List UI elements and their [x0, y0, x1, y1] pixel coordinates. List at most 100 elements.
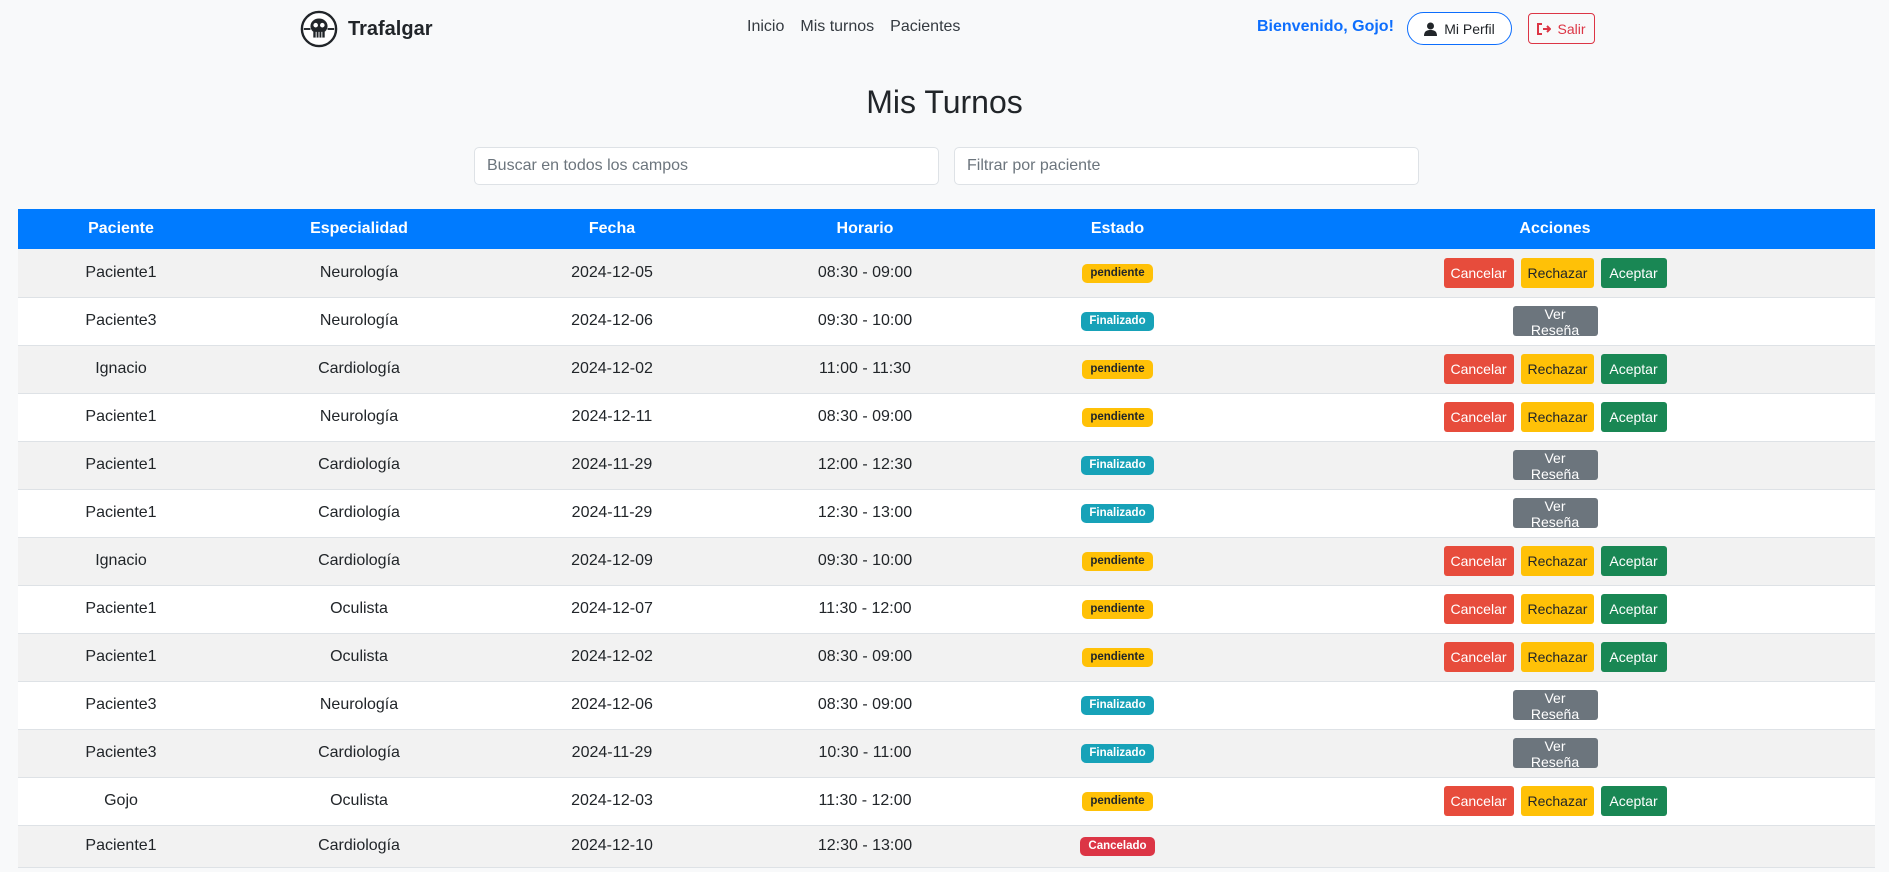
cancel-button[interactable]: Cancelar [1443, 354, 1514, 384]
cell-horario: 08:30 - 09:00 [817, 263, 913, 281]
cell-horario: 11:30 - 12:00 [818, 792, 912, 809]
cell-estado: pendiente [1000, 249, 1235, 297]
accept-button[interactable]: Aceptar [1600, 402, 1667, 432]
cell-horario: 12:30 - 13:00 [817, 504, 913, 521]
welcome-message: Bienvenido, Gojo! [1257, 18, 1394, 35]
nav-link-mis-turnos[interactable]: Mis turnos [800, 18, 874, 36]
table-row: Paciente1 Cardiología 2024-12-10 12:30 - 13… [18, 825, 1875, 867]
status-badge: pendiente [1082, 792, 1153, 811]
cell-especialidad: Oculista [330, 792, 388, 809]
header-estado: Estado [1090, 220, 1145, 237]
cell-acciones: Cancelar Rechazar Aceptar [1235, 393, 1875, 441]
cell-paciente: Paciente1 [85, 504, 157, 521]
nav-link-inicio[interactable]: Inicio [747, 18, 784, 36]
cell-horario: 08:30 - 09:00 [817, 408, 913, 425]
cell-fecha: 2024-12-02 [571, 360, 653, 377]
cell-especialidad: Neurología [319, 312, 399, 329]
cancel-button[interactable]: Cancelar [1443, 642, 1514, 672]
brand-name: Trafalgar [348, 17, 433, 40]
cell-horario: 12:00 - 12:30 [817, 456, 913, 473]
status-badge: Finalizado [1081, 744, 1154, 763]
table-row: Paciente1 Oculista 2024-12-07 11:30 - 12:00… [18, 585, 1875, 633]
cell-estado: pendiente [1000, 777, 1235, 825]
reject-button[interactable]: Rechazar [1520, 257, 1594, 288]
nav-link-pacientes[interactable]: Pacientes [890, 18, 960, 36]
reject-button[interactable]: Rechazar [1520, 354, 1594, 384]
cell-horario: 11:00 - 11:30 [819, 360, 911, 377]
cancel-button[interactable]: Cancelar [1443, 402, 1514, 432]
cell-acciones: Cancelar Rechazar Aceptar [1235, 249, 1875, 297]
cancel-button[interactable]: Cancelar [1443, 257, 1514, 288]
table-row: Paciente1 Cardiología 2024-11-29 12:30 - 13… [18, 489, 1875, 537]
cell-paciente: Paciente1 [85, 408, 157, 425]
logout-button-label: Salir [1557, 20, 1586, 37]
cell-horario: 12:30 - 13:00 [817, 837, 913, 854]
cell-paciente: Paciente3 [85, 696, 157, 713]
view-review-button[interactable]: Ver Reseña [1512, 450, 1598, 482]
accept-button[interactable]: Aceptar [1600, 594, 1667, 624]
table-row: Paciente3 Neurología 2024-12-06 08:30 - 09:… [18, 681, 1875, 729]
cancel-button[interactable]: Cancelar [1443, 594, 1514, 624]
table-row: Paciente1 Neurología 2024-12-05 08:30 - 09:… [18, 249, 1875, 297]
row-actions: Cancelar Rechazar Aceptar [1235, 402, 1875, 432]
table-row: Paciente1 Oculista 2024-12-02 08:30 - 09:00… [18, 633, 1875, 681]
cell-horario: 09:30 - 10:00 [817, 312, 913, 329]
search-all-input[interactable] [474, 147, 939, 185]
cell-fecha: 2024-12-06 [571, 696, 653, 713]
cell-especialidad: Cardiología [318, 744, 400, 761]
reject-button[interactable]: Rechazar [1520, 786, 1594, 816]
reject-button[interactable]: Rechazar [1520, 642, 1594, 672]
logout-button[interactable]: Salir [1528, 13, 1595, 44]
cell-fecha: 2024-12-09 [571, 552, 653, 569]
accept-button[interactable]: Aceptar [1600, 786, 1667, 816]
view-review-button[interactable]: Ver Reseña [1512, 498, 1598, 530]
cell-acciones: Cancelar Rechazar Aceptar [1235, 633, 1875, 681]
view-review-button[interactable]: Ver Reseña [1512, 738, 1598, 770]
cancel-button[interactable]: Cancelar [1443, 786, 1514, 816]
table-row: Paciente3 Cardiología 2024-11-29 10:30 - 11… [18, 729, 1875, 777]
profile-button[interactable]: Mi Perfil [1407, 12, 1512, 45]
cell-estado: pendiente [1000, 633, 1235, 681]
cell-paciente: Paciente1 [85, 648, 157, 665]
cell-fecha: 2024-12-07 [571, 600, 653, 617]
cell-acciones [1235, 825, 1875, 867]
cell-paciente: Ignacio [95, 552, 147, 569]
table-row: Ignacio Cardiología 2024-12-09 09:30 - 10:0… [18, 537, 1875, 585]
cell-fecha: 2024-12-02 [571, 648, 653, 665]
reject-button[interactable]: Rechazar [1520, 594, 1594, 624]
cell-acciones: Cancelar Rechazar Aceptar [1235, 585, 1875, 633]
accept-button[interactable]: Aceptar [1600, 354, 1667, 384]
view-review-button[interactable]: Ver Reseña [1512, 690, 1598, 722]
row-actions: Cancelar Rechazar Aceptar [1235, 354, 1875, 384]
appointments-table: Paciente Especialidad Fecha Horario Esta… [18, 209, 1875, 868]
cell-acciones: Ver Reseña [1235, 297, 1875, 345]
cell-estado: Finalizado [1000, 489, 1235, 537]
cell-paciente: Paciente1 [85, 600, 157, 617]
cell-fecha: 2024-11-29 [571, 456, 653, 473]
cell-estado: Finalizado [1000, 729, 1235, 777]
cell-acciones: Cancelar Rechazar Aceptar [1235, 345, 1875, 393]
cell-paciente: Ignacio [95, 360, 147, 377]
cell-fecha: 2024-11-29 [571, 504, 653, 521]
reject-button[interactable]: Rechazar [1520, 546, 1594, 576]
patient-filter-input[interactable] [954, 147, 1419, 185]
row-actions: Cancelar Rechazar Aceptar [1235, 257, 1875, 288]
accept-button[interactable]: Aceptar [1600, 546, 1667, 576]
cell-fecha: 2024-12-11 [571, 408, 653, 425]
view-review-button[interactable]: Ver Reseña [1512, 306, 1598, 338]
reject-button[interactable]: Rechazar [1520, 402, 1594, 432]
row-actions: Ver Reseña [1235, 738, 1875, 770]
status-badge: Finalizado [1081, 312, 1154, 331]
accept-button[interactable]: Aceptar [1600, 642, 1667, 672]
cell-especialidad: Cardiología [318, 360, 400, 377]
accept-button[interactable]: Aceptar [1600, 257, 1667, 288]
brand[interactable]: Trafalgar [300, 10, 432, 48]
status-badge: pendiente [1082, 552, 1153, 571]
cancel-button[interactable]: Cancelar [1443, 546, 1514, 576]
header-fecha: Fecha [588, 220, 636, 237]
appointments-table-container: Paciente Especialidad Fecha Horario Esta… [18, 209, 1875, 868]
table-header: Paciente Especialidad Fecha Horario Esta… [18, 209, 1875, 249]
cell-fecha: 2024-12-06 [571, 312, 653, 329]
cell-especialidad: Cardiología [318, 504, 400, 521]
table-row: Paciente1 Neurología 2024-12-11 08:30 - 09:… [18, 393, 1875, 441]
